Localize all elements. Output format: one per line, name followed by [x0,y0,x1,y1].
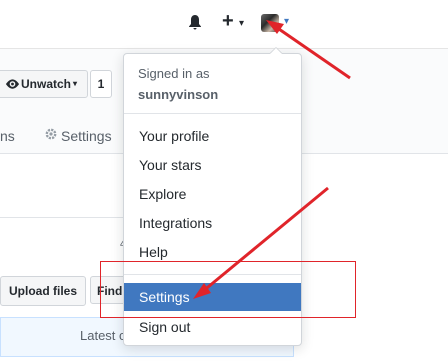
annotation-arrow-settings [193,186,329,299]
annotation-arrows [193,20,351,299]
annotation-arrow-avatar [266,20,351,80]
